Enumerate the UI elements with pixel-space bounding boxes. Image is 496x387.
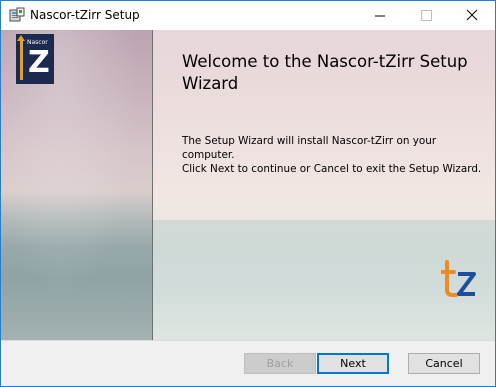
title-bar[interactable]: Nascor-tZirr Setup	[1, 1, 495, 30]
setup-window: Nascor-tZirr Setup Nascor Z Welcome to t…	[0, 0, 496, 387]
back-button[interactable]: Back	[244, 353, 316, 374]
maximize-button[interactable]	[403, 1, 449, 30]
installer-icon	[9, 7, 25, 22]
description-line-2: Click Next to continue or Cancel to exit…	[182, 163, 482, 175]
panel-divider	[152, 30, 153, 340]
logo-bar	[20, 40, 23, 80]
wizard-description: The Setup Wizard will install Nascor-tZi…	[182, 134, 482, 176]
cancel-button[interactable]: Cancel	[408, 353, 480, 374]
description-line-1: The Setup Wizard will install Nascor-tZi…	[182, 135, 437, 161]
nascor-logo: Nascor Z	[16, 34, 54, 84]
wizard-content: Nascor Z Welcome to the Nascor-tZirr Set…	[1, 30, 495, 340]
minimize-button[interactable]	[357, 1, 403, 30]
tz-logo-icon	[441, 260, 476, 297]
wizard-heading: Welcome to the Nascor-tZirr Setup Wizard	[182, 52, 468, 93]
logo-letter: Z	[28, 45, 50, 80]
wizard-side-panel: Nascor Z	[1, 30, 152, 340]
window-title: Nascor-tZirr Setup	[30, 8, 140, 22]
wizard-footer: Back Next Cancel	[1, 340, 495, 386]
close-button[interactable]	[449, 1, 495, 30]
next-button[interactable]: Next	[317, 353, 389, 374]
